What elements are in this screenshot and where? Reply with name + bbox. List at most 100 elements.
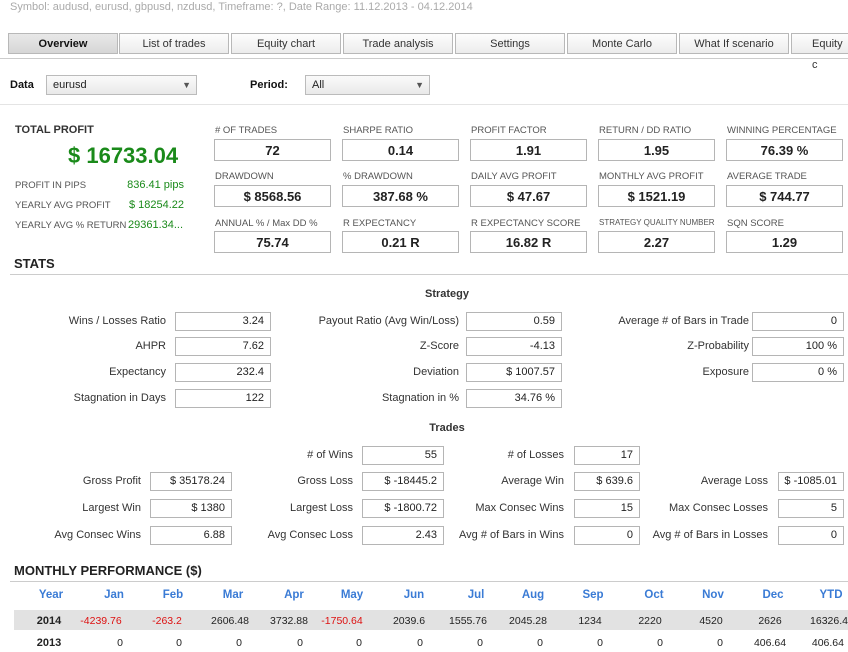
stat-label: Stagnation in Days <box>73 392 166 404</box>
stat-label: Deviation <box>413 366 459 378</box>
metric-label: MONTHLY AVG PROFIT <box>599 171 704 182</box>
cell: 3732.88 <box>270 615 308 627</box>
period-label: Period: <box>250 79 288 91</box>
trade-stat-label: # of Losses <box>507 449 564 461</box>
profit-in-pips-value: 836.41 pips <box>127 179 184 191</box>
trades-title: Trades <box>429 422 465 434</box>
metric-label: AVERAGE TRADE <box>727 171 807 182</box>
data-select-value: eurusd <box>53 79 87 91</box>
tab-what-if-scenario[interactable]: What If scenario <box>679 33 789 54</box>
col-header: Dec <box>762 589 784 601</box>
stat-value: 0 <box>752 312 844 331</box>
profit-in-pips-label: PROFIT IN PIPS <box>15 180 87 191</box>
metric-value: 1.91 <box>470 139 587 161</box>
metric-value: 72 <box>214 139 331 161</box>
metric-label: WINNING PERCENTAGE <box>727 125 837 136</box>
metric-value: 1.29 <box>726 231 843 253</box>
stat-label: Z-Probability <box>687 340 749 352</box>
stat-label: Z-Score <box>419 340 459 352</box>
stat-label: Stagnation in % <box>381 392 459 404</box>
trade-stat-value: 2.43 <box>362 526 444 545</box>
data-select[interactable]: eurusd ▼ <box>46 75 197 95</box>
cell: 0 <box>597 637 603 649</box>
metric-label: DAILY AVG PROFIT <box>471 171 557 182</box>
metric-value: 76.39 % <box>726 139 843 161</box>
trade-stat-label: Largest Win <box>82 502 141 514</box>
cell: -263.2 <box>152 615 182 627</box>
metric-label: SQN SCORE <box>727 218 785 229</box>
metric-value: 387.68 % <box>342 185 459 207</box>
cell: 0 <box>236 637 242 649</box>
cell: 0 <box>356 637 362 649</box>
metric-value: 0.21 R <box>342 231 459 253</box>
total-profit-value: $ 16733.04 <box>68 143 179 168</box>
cell: 1555.76 <box>449 615 487 627</box>
stat-label: Expectancy <box>109 366 166 378</box>
metric-label: # OF TRADES <box>215 125 278 136</box>
stats-title: STATS <box>14 256 55 271</box>
col-header: Year <box>38 589 64 601</box>
trade-stat-label: Largest Loss <box>290 502 353 514</box>
window-title: Symbol: audusd, eurusd, gbpusd, nzdusd, … <box>10 1 473 13</box>
stats-divider <box>10 274 848 275</box>
row-year: 2014 <box>36 615 62 627</box>
col-header: Nov <box>702 589 724 601</box>
trade-stat-value: $ 35178.24 <box>150 472 232 491</box>
metric-value: 75.74 <box>214 231 331 253</box>
cell: 2626 <box>758 615 782 627</box>
tab-bar: Overview List of trades Equity chart Tra… <box>0 31 848 71</box>
trade-stat-value: $ -1800.72 <box>362 499 444 518</box>
tab-overview[interactable]: Overview <box>8 33 118 54</box>
cell: 406.64 <box>811 637 844 649</box>
trade-stat-value: $ 1380 <box>150 499 232 518</box>
cell: 1234 <box>578 615 602 627</box>
metric-label: STRATEGY QUALITY NUMBER <box>599 218 715 227</box>
yearly-avg-profit-label: YEARLY AVG PROFIT <box>15 200 111 211</box>
cell: -4239.76 <box>80 615 122 627</box>
tab-trade-analysis[interactable]: Trade analysis <box>343 33 453 54</box>
cell: 2039.6 <box>392 615 426 627</box>
data-label: Data <box>10 79 34 91</box>
cell: 2045.28 <box>509 615 547 627</box>
col-header: Aug <box>521 589 545 601</box>
metric-value: $ 8568.56 <box>214 185 331 207</box>
cell: -1750.64 <box>321 615 363 627</box>
metric-label: R EXPECTANCY <box>343 218 417 229</box>
trade-stat-value: 0 <box>574 526 640 545</box>
metric-label: RETURN / DD RATIO <box>599 125 692 136</box>
tab-list-of-trades[interactable]: List of trades <box>119 33 229 54</box>
metric-label: % DRAWDOWN <box>343 171 413 182</box>
stat-value: 3.24 <box>175 312 271 331</box>
col-header: Mar <box>222 589 244 601</box>
cell: 0 <box>297 637 303 649</box>
metric-value: 0.14 <box>342 139 459 161</box>
tab-monte-carlo[interactable]: Monte Carlo <box>567 33 677 54</box>
trade-stat-value: 6.88 <box>150 526 232 545</box>
period-select[interactable]: All ▼ <box>305 75 430 95</box>
stat-value: 122 <box>175 389 271 408</box>
trade-stat-label: Gross Loss <box>297 475 353 487</box>
chevron-down-icon: ▼ <box>415 80 424 90</box>
tab-equity-c[interactable]: Equity c <box>791 33 848 71</box>
trade-stat-value: 5 <box>778 499 844 518</box>
stat-value: 0.59 <box>466 312 562 331</box>
col-header: Apr <box>284 589 304 601</box>
stat-label: Average # of Bars in Trade <box>618 315 749 327</box>
tab-equity-chart[interactable]: Equity chart <box>231 33 341 54</box>
metric-label: PROFIT FACTOR <box>471 125 547 136</box>
stat-label: Wins / Losses Ratio <box>68 315 166 327</box>
trade-stat-label: Max Consec Losses <box>668 502 768 514</box>
cell: 2606.48 <box>211 615 249 627</box>
trade-stat-value: 17 <box>574 446 640 465</box>
metric-value: $ 1521.19 <box>598 185 715 207</box>
trade-stat-label: Average Win <box>501 475 564 487</box>
monthly-table: Year Jan Feb Mar Apr May Jun Jul Aug Sep… <box>0 582 848 652</box>
cell: 16326.4 <box>810 615 848 627</box>
trade-stat-label: Max Consec Wins <box>475 502 564 514</box>
tab-settings[interactable]: Settings <box>455 33 565 54</box>
col-header: Jan <box>104 589 124 601</box>
stat-value: $ 1007.57 <box>466 363 562 382</box>
col-header: Jun <box>403 589 425 601</box>
yearly-avg-return-label: YEARLY AVG % RETURN <box>15 220 127 231</box>
cell: 2220 <box>638 615 662 627</box>
